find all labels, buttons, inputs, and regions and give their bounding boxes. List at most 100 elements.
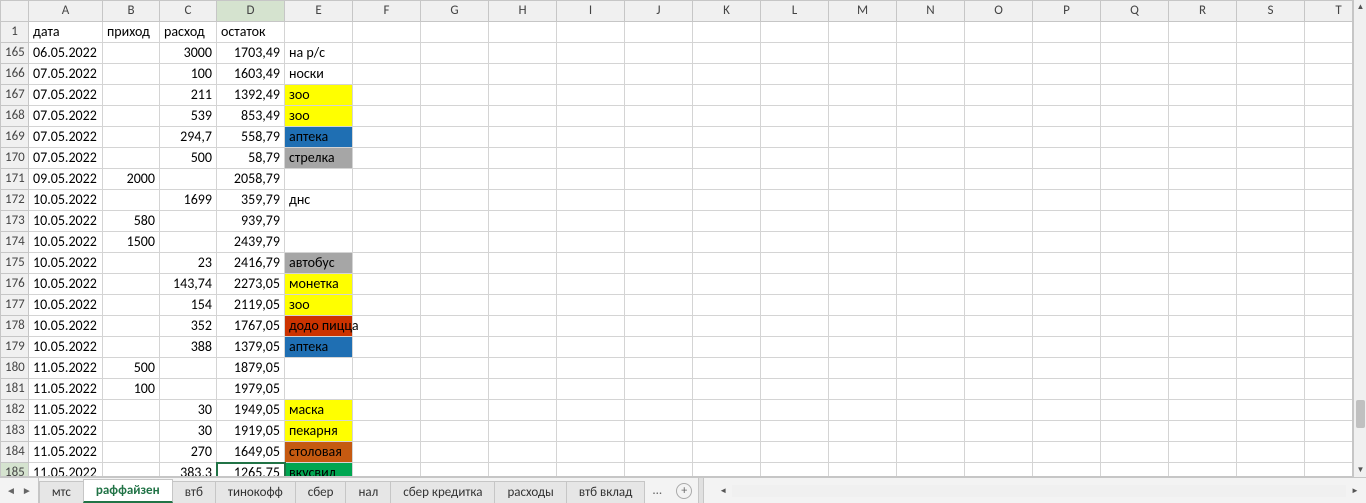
- cell[interactable]: [1305, 211, 1354, 232]
- row-header[interactable]: 185: [1, 463, 29, 478]
- cell[interactable]: [1169, 358, 1237, 379]
- cell[interactable]: [1169, 274, 1237, 295]
- cell[interactable]: [625, 64, 693, 85]
- cell[interactable]: [625, 148, 693, 169]
- cell[interactable]: [1033, 85, 1101, 106]
- cell[interactable]: [421, 421, 489, 442]
- cell[interactable]: [1101, 400, 1169, 421]
- cell-E1[interactable]: [285, 22, 353, 43]
- cell[interactable]: [353, 190, 421, 211]
- cell[interactable]: 1392,49: [217, 85, 285, 106]
- cell[interactable]: 10.05.2022: [29, 253, 103, 274]
- cell[interactable]: [557, 358, 625, 379]
- cell[interactable]: [965, 442, 1033, 463]
- cell[interactable]: [1169, 211, 1237, 232]
- cell[interactable]: [103, 421, 160, 442]
- cell[interactable]: [761, 106, 829, 127]
- cell[interactable]: [489, 22, 557, 43]
- cell[interactable]: [1101, 190, 1169, 211]
- cell[interactable]: [1101, 442, 1169, 463]
- cell[interactable]: [1169, 337, 1237, 358]
- cell[interactable]: [1169, 190, 1237, 211]
- cell[interactable]: [1237, 190, 1305, 211]
- column-header-T[interactable]: T: [1305, 1, 1354, 22]
- cell[interactable]: [489, 379, 557, 400]
- cell[interactable]: [353, 64, 421, 85]
- cell[interactable]: [557, 232, 625, 253]
- cell[interactable]: 07.05.2022: [29, 85, 103, 106]
- cell[interactable]: [625, 22, 693, 43]
- cell[interactable]: [829, 106, 897, 127]
- cell[interactable]: [761, 253, 829, 274]
- cell[interactable]: [965, 169, 1033, 190]
- cell[interactable]: [1305, 64, 1354, 85]
- cell[interactable]: [761, 442, 829, 463]
- cell[interactable]: [489, 106, 557, 127]
- cell[interactable]: [761, 85, 829, 106]
- cell[interactable]: [1237, 274, 1305, 295]
- cell[interactable]: [557, 253, 625, 274]
- cell[interactable]: [353, 211, 421, 232]
- cell[interactable]: 1379,05: [217, 337, 285, 358]
- cell-C1[interactable]: расход: [160, 22, 217, 43]
- cell[interactable]: [421, 127, 489, 148]
- cell[interactable]: 2273,05: [217, 274, 285, 295]
- cell[interactable]: [1237, 232, 1305, 253]
- cell[interactable]: [625, 463, 693, 478]
- scroll-down-button[interactable]: ▼: [1354, 463, 1366, 477]
- cell[interactable]: [829, 22, 897, 43]
- cell[interactable]: [421, 358, 489, 379]
- cell[interactable]: 10.05.2022: [29, 211, 103, 232]
- sheet-nav-prev-icon[interactable]: ◄: [6, 484, 16, 497]
- cell[interactable]: [285, 358, 353, 379]
- column-header-L[interactable]: L: [761, 1, 829, 22]
- cell[interactable]: [1305, 190, 1354, 211]
- cell[interactable]: [1101, 421, 1169, 442]
- cell[interactable]: [103, 400, 160, 421]
- cell[interactable]: [625, 295, 693, 316]
- cell[interactable]: [829, 337, 897, 358]
- cell[interactable]: [421, 442, 489, 463]
- cell[interactable]: [897, 316, 965, 337]
- cell[interactable]: [421, 211, 489, 232]
- cell[interactable]: [1237, 316, 1305, 337]
- cell[interactable]: [1101, 85, 1169, 106]
- cell[interactable]: маска: [285, 400, 353, 421]
- sheet-tab[interactable]: раффайзен: [83, 479, 173, 503]
- column-header-H[interactable]: H: [489, 1, 557, 22]
- cell[interactable]: [897, 127, 965, 148]
- cell[interactable]: [897, 148, 965, 169]
- cell[interactable]: [421, 379, 489, 400]
- cell[interactable]: монетка: [285, 274, 353, 295]
- cell[interactable]: [761, 22, 829, 43]
- cell[interactable]: [557, 22, 625, 43]
- cell[interactable]: [1169, 379, 1237, 400]
- cell[interactable]: [897, 232, 965, 253]
- cell[interactable]: [421, 22, 489, 43]
- cell[interactable]: [160, 211, 217, 232]
- cell[interactable]: [625, 43, 693, 64]
- cell[interactable]: днс: [285, 190, 353, 211]
- cell[interactable]: 100: [160, 64, 217, 85]
- cell[interactable]: [557, 169, 625, 190]
- cell[interactable]: [1305, 442, 1354, 463]
- column-header-Q[interactable]: Q: [1101, 1, 1169, 22]
- cell[interactable]: [353, 400, 421, 421]
- row-header[interactable]: 173: [1, 211, 29, 232]
- cell[interactable]: [353, 22, 421, 43]
- cell[interactable]: [693, 421, 761, 442]
- cell[interactable]: [965, 232, 1033, 253]
- cell[interactable]: [557, 295, 625, 316]
- cell[interactable]: [829, 400, 897, 421]
- cell[interactable]: 500: [160, 148, 217, 169]
- cell[interactable]: стрелка: [285, 148, 353, 169]
- new-sheet-button[interactable]: +: [676, 483, 692, 499]
- cell[interactable]: [829, 148, 897, 169]
- sheet-tab[interactable]: тинокофф: [215, 481, 296, 503]
- row-header[interactable]: 174: [1, 232, 29, 253]
- cell[interactable]: [965, 295, 1033, 316]
- cell[interactable]: 07.05.2022: [29, 64, 103, 85]
- cell[interactable]: 2058,79: [217, 169, 285, 190]
- tabbar-divider[interactable]: [698, 478, 704, 503]
- cell[interactable]: [761, 43, 829, 64]
